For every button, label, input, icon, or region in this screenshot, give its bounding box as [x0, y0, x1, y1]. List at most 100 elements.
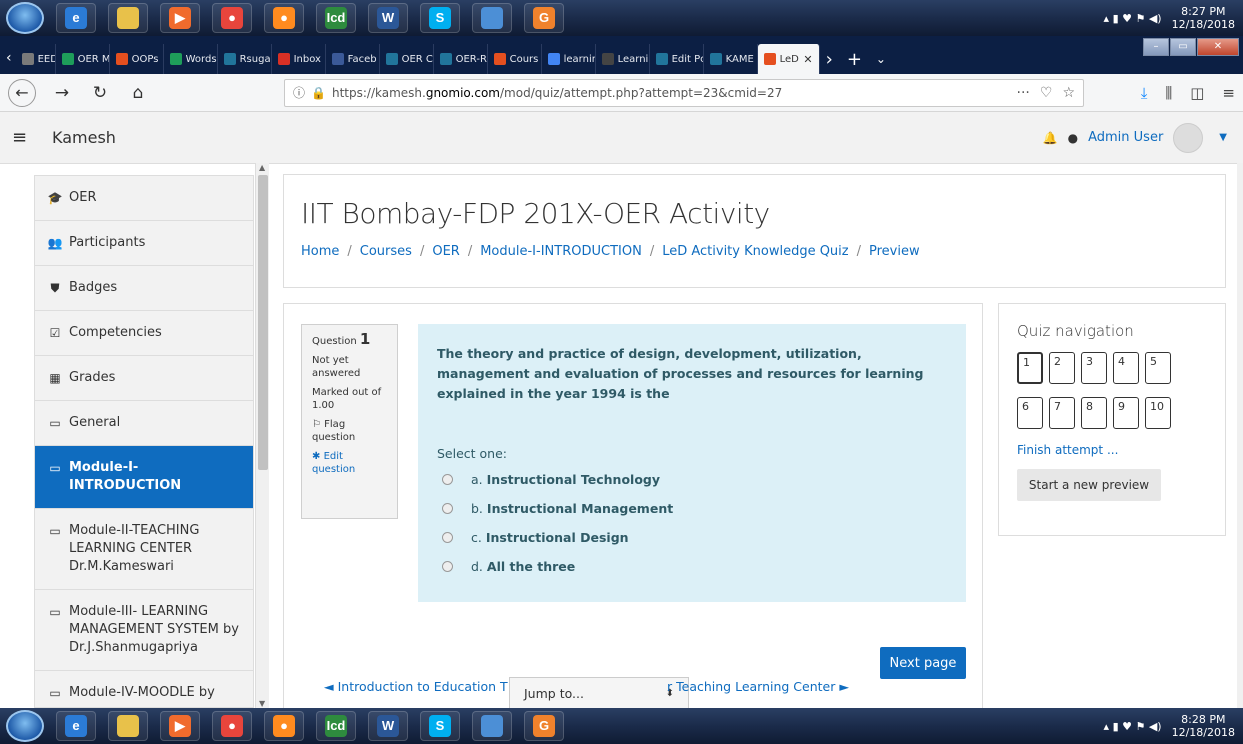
quiz-nav-question-button[interactable]: 6 — [1017, 397, 1043, 429]
browser-tab[interactable]: Inbox — [272, 44, 326, 74]
browser-tab[interactable]: OER M — [56, 44, 110, 74]
close-window-button[interactable]: ✕ — [1197, 38, 1239, 56]
clock[interactable]: 8:27 PM 12/18/2018 — [1172, 5, 1235, 31]
hamburger-menu-icon[interactable]: ≡ — [12, 127, 42, 148]
back-button[interactable]: ← — [8, 78, 36, 107]
quiz-nav-question-button[interactable]: 9 — [1113, 397, 1139, 429]
sidebar-item-grades[interactable]: ▦ Grades — [35, 356, 253, 401]
photos-taskbar-button[interactable] — [472, 711, 512, 741]
file-explorer-taskbar-button[interactable] — [108, 3, 148, 33]
answer-radio[interactable] — [442, 532, 453, 543]
breadcrumb-item[interactable]: Home — [301, 244, 339, 259]
sidebar-item-competencies[interactable]: ☑ Competencies — [35, 311, 253, 356]
user-name[interactable]: Admin User — [1088, 130, 1163, 145]
library-icon[interactable]: ⫼ — [1165, 84, 1172, 102]
flag-question-link[interactable]: ⚐ Flag question — [312, 418, 387, 444]
icecream-recorder-taskbar-button[interactable]: Icd — [316, 3, 356, 33]
file-explorer-taskbar-button[interactable] — [108, 711, 148, 741]
chrome-taskbar-button[interactable]: ● — [212, 711, 252, 741]
sidebar-item-participants[interactable]: 👥 Participants — [35, 221, 253, 266]
sidebar-item-module-ii-teaching-learning-center-dr-m-[interactable]: ▭ Module-II-TEACHING LEARNING CENTER Dr.M… — [35, 509, 253, 590]
word-taskbar-button[interactable]: W — [368, 711, 408, 741]
browser-tab[interactable]: Edit Pc — [650, 44, 704, 74]
browser-tab[interactable]: Faceb — [326, 44, 380, 74]
quiz-nav-question-button[interactable]: 1 — [1017, 352, 1043, 384]
icecream-recorder-taskbar-button[interactable]: Icd — [316, 711, 356, 741]
sidebar-item-module-iv-moodle-by[interactable]: ▭ Module-IV-MOODLE by — [35, 671, 253, 707]
answer-radio[interactable] — [442, 503, 453, 514]
quiz-nav-question-button[interactable]: 5 — [1145, 352, 1171, 384]
tab-scroll-left-icon[interactable]: ‹ — [2, 50, 16, 74]
tab-close-icon[interactable]: ✕ — [803, 53, 812, 66]
ie-taskbar-button[interactable]: e — [56, 3, 96, 33]
browser-tab[interactable]: Rsuga — [218, 44, 272, 74]
skype-taskbar-button[interactable]: S — [420, 711, 460, 741]
word-taskbar-button[interactable]: W — [368, 3, 408, 33]
windows-start-button[interactable] — [6, 710, 44, 742]
pdf-taskbar-button[interactable]: G — [524, 3, 564, 33]
scrollbar-thumb[interactable] — [258, 175, 268, 470]
sidebar-item-module-iii-learning-management-system-by[interactable]: ▭ Module-III- LEARNING MANAGEMENT SYSTEM … — [35, 590, 253, 671]
maximize-button[interactable]: ▭ — [1170, 38, 1196, 56]
sidebar-scrollbar[interactable]: ▲ ▼ — [255, 163, 269, 708]
avatar[interactable] — [1173, 122, 1204, 153]
answer-option[interactable]: d. All the three — [437, 556, 947, 577]
user-menu-chevron-down-icon[interactable]: ▼ — [1219, 132, 1227, 143]
breadcrumb-item[interactable]: Preview — [869, 244, 920, 259]
quiz-nav-question-button[interactable]: 3 — [1081, 352, 1107, 384]
page-scrollbar[interactable] — [1237, 163, 1243, 708]
activity-prev-link[interactable]: ◄ Introduction to Education T — [324, 679, 508, 694]
menu-icon[interactable]: ≡ — [1222, 84, 1235, 102]
downloads-icon[interactable]: ⤓ — [1141, 84, 1148, 102]
ie-taskbar-button[interactable]: e — [56, 711, 96, 741]
site-name[interactable]: Kamesh — [52, 128, 116, 147]
tray-icons[interactable]: ▴ ▮ ♥ ⚑ ◀) — [1104, 12, 1162, 25]
quiz-nav-question-button[interactable]: 2 — [1049, 352, 1075, 384]
jump-to-select[interactable]: Jump to... ⬍ — [509, 677, 689, 709]
notifications-bell-icon[interactable]: 🔔 — [1043, 131, 1058, 145]
minimize-button[interactable]: – — [1143, 38, 1169, 56]
browser-tab[interactable]: KAME — [704, 44, 758, 74]
clock[interactable]: 8:28 PM 12/18/2018 — [1172, 713, 1235, 739]
browser-tab[interactable]: OOPs — [110, 44, 164, 74]
breadcrumb-item[interactable]: OER — [432, 244, 459, 259]
new-tab-icon[interactable]: + — [847, 49, 862, 70]
quiz-nav-question-button[interactable]: 10 — [1145, 397, 1171, 429]
activity-next-link[interactable]: r Teaching Learning Center ► — [667, 679, 849, 694]
reload-button[interactable]: ↻ — [88, 83, 112, 103]
sidebar-item-badges[interactable]: ⛊ Badges — [35, 266, 253, 311]
next-page-button[interactable]: Next page — [880, 647, 966, 679]
sidebar-item-general[interactable]: ▭ General — [35, 401, 253, 446]
windows-start-button[interactable] — [6, 2, 44, 34]
answer-option[interactable]: b. Instructional Management — [437, 498, 947, 519]
bookmark-star-icon[interactable]: ☆ — [1062, 85, 1075, 101]
firefox-taskbar-button[interactable]: ● — [264, 711, 304, 741]
finish-attempt-link[interactable]: Finish attempt ... — [1017, 443, 1207, 457]
pdf-taskbar-button[interactable]: G — [524, 711, 564, 741]
breadcrumb-item[interactable]: Courses — [360, 244, 412, 259]
tab-list-chevron-icon[interactable]: ⌄ — [876, 52, 886, 66]
browser-tab[interactable]: OER-R — [434, 44, 488, 74]
chrome-taskbar-button[interactable]: ● — [212, 3, 252, 33]
skype-taskbar-button[interactable]: S — [420, 3, 460, 33]
home-button[interactable]: ⌂ — [126, 83, 150, 103]
media-player-taskbar-button[interactable]: ▶ — [160, 711, 200, 741]
quiz-nav-question-button[interactable]: 7 — [1049, 397, 1075, 429]
sidebar-item-module-i-introduction[interactable]: ▭ Module-I-INTRODUCTION — [35, 446, 253, 509]
edit-question-link[interactable]: ✱ Edit question — [312, 450, 387, 476]
breadcrumb-item[interactable]: LeD Activity Knowledge Quiz — [662, 244, 848, 259]
tray-icons[interactable]: ▴ ▮ ♥ ⚑ ◀) — [1104, 720, 1162, 733]
forward-button[interactable]: → — [50, 83, 74, 103]
quiz-nav-question-button[interactable]: 8 — [1081, 397, 1107, 429]
start-new-preview-button[interactable]: Start a new preview — [1017, 469, 1161, 501]
photos-taskbar-button[interactable] — [472, 3, 512, 33]
browser-tab[interactable]: Words — [164, 44, 218, 74]
answer-radio[interactable] — [442, 474, 453, 485]
scroll-down-arrow-icon[interactable]: ▼ — [259, 699, 265, 708]
browser-tab[interactable]: EEDB — [16, 44, 56, 74]
sidebar-item-oer[interactable]: 🎓 OER — [35, 176, 253, 221]
browser-tab[interactable]: learnin — [542, 44, 596, 74]
answer-radio[interactable] — [442, 561, 453, 572]
scroll-up-arrow-icon[interactable]: ▲ — [259, 163, 265, 172]
messages-chat-icon[interactable]: ● — [1068, 131, 1078, 145]
